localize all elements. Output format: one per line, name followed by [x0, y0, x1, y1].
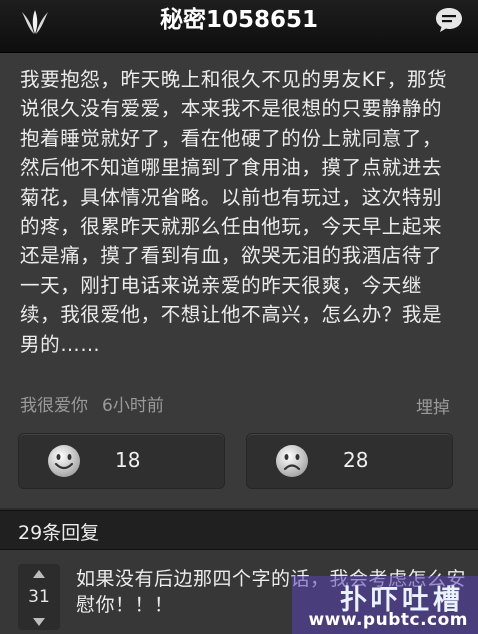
post-author[interactable]: 我很爱你 — [20, 396, 88, 416]
upvote-arrow-icon[interactable] — [33, 570, 45, 578]
reply-vote-control: 31 — [18, 564, 60, 630]
top-bar: 秘密1058651 — [0, 0, 478, 53]
sad-face-icon — [276, 445, 308, 477]
downvote-arrow-icon[interactable] — [33, 618, 45, 626]
secret-post: 我要抱怨，昨天晚上和很久不见的男友KF，那货说很久没有爱爱，本来我不是很想的只要… — [0, 53, 478, 508]
smiley-face-icon — [48, 445, 80, 477]
post-body: 我要抱怨，昨天晚上和很久不见的男友KF，那货说很久没有爱爱，本来我不是很想的只要… — [20, 68, 448, 356]
post-meta: 我很爱你 6小时前 — [20, 391, 164, 416]
site-watermark: 扑吓吐槽 www.pubtc.com — [292, 576, 478, 634]
dislike-count: 28 — [343, 448, 369, 472]
like-count: 18 — [115, 448, 141, 472]
reply-votes: 31 — [28, 587, 50, 607]
like-button[interactable]: 18 — [18, 433, 225, 489]
post-time: 6小时前 — [102, 396, 164, 416]
bury-button[interactable]: 埋掉 — [416, 393, 450, 418]
chat-bubble-icon[interactable] — [434, 6, 464, 34]
dislike-button[interactable]: 28 — [246, 433, 453, 489]
reply-count: 29条回复 — [18, 522, 100, 544]
page-title: 秘密1058651 — [159, 7, 319, 33]
replies-header: 29条回复 — [0, 510, 478, 550]
watermark-url: www.pubtc.com — [308, 610, 468, 630]
